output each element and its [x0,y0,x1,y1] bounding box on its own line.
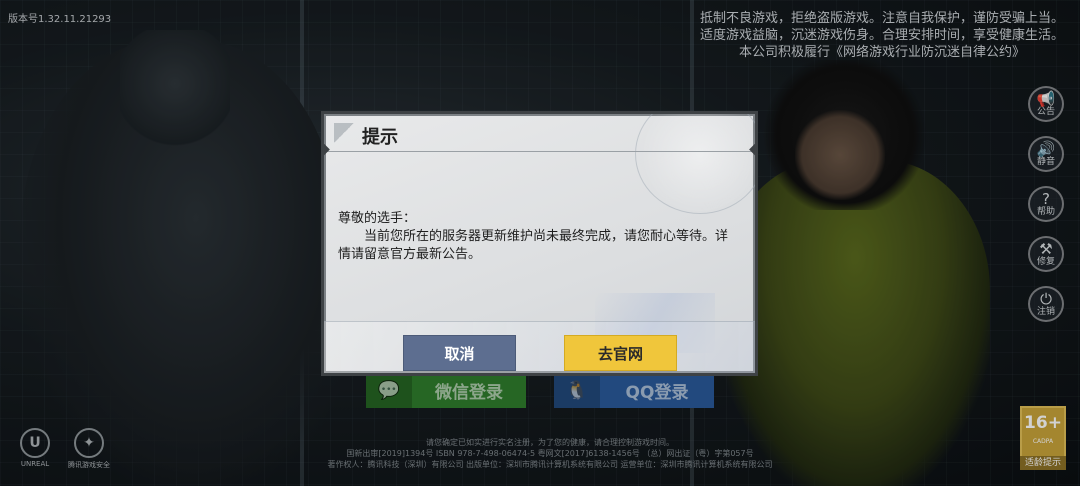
notice-dialog: 提示 尊敬的选手： 当前您所在的服务器更新维护尚未最终完成，请您耐心等待。详情请… [321,111,758,376]
title-notch-icon [334,123,354,143]
cancel-button[interactable]: 取消 [403,335,516,371]
dialog-title: 提示 [362,127,398,148]
dialog-header: 提示 [324,114,755,152]
dialog-message: 当前您所在的服务器更新维护尚未最终完成，请您耐心等待。详情请留意官方最新公告。 [338,229,729,262]
dialog-footer: 取消 去官网 [324,321,755,373]
dialog-body: 尊敬的选手： 当前您所在的服务器更新维护尚未最终完成，请您耐心等待。详情请留意官… [338,210,728,264]
dialog-greeting: 尊敬的选手： [338,211,417,226]
go-official-site-button[interactable]: 去官网 [564,335,677,371]
